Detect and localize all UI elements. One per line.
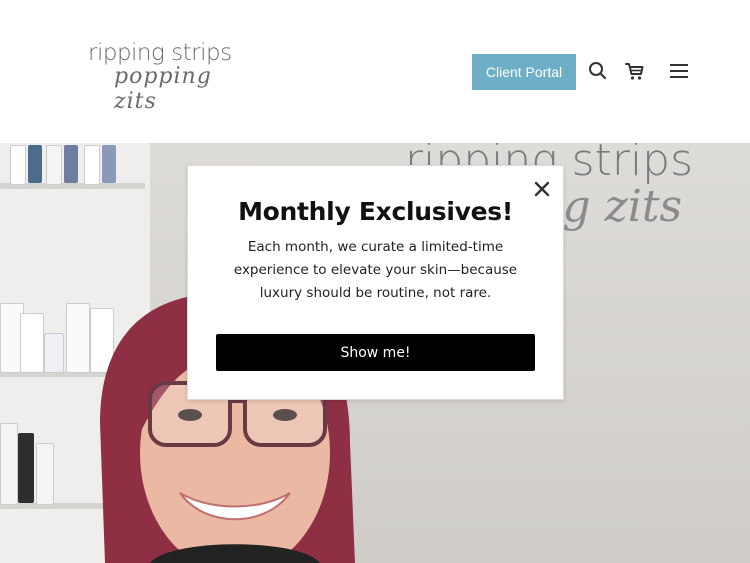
monthly-exclusives-modal: Monthly Exclusives! Each month, we curat…: [187, 165, 564, 400]
logo-line-1: ripping strips: [88, 40, 232, 66]
client-portal-button[interactable]: Client Portal: [472, 54, 576, 90]
search-icon[interactable]: [586, 59, 610, 83]
modal-description-line: experience to elevate your skin—because: [233, 262, 518, 278]
show-me-button[interactable]: Show me!: [216, 334, 535, 371]
left-eye: [178, 409, 202, 421]
modal-description-line: luxury should be routine, not rare.: [259, 285, 492, 301]
close-icon[interactable]: [533, 180, 551, 198]
site-header: ripping strips popping zits Client Porta…: [0, 0, 750, 143]
modal-description: Each month, we curate a limited-time exp…: [223, 236, 528, 305]
right-eye: [273, 409, 297, 421]
logo-line-2: popping zits: [114, 64, 212, 114]
cart-icon[interactable]: [623, 59, 647, 83]
modal-title: Monthly Exclusives!: [238, 197, 513, 226]
menu-icon[interactable]: [667, 59, 691, 83]
modal-description-line: Each month, we curate a limited-time: [247, 239, 504, 255]
site-logo[interactable]: ripping strips popping zits: [88, 40, 238, 114]
